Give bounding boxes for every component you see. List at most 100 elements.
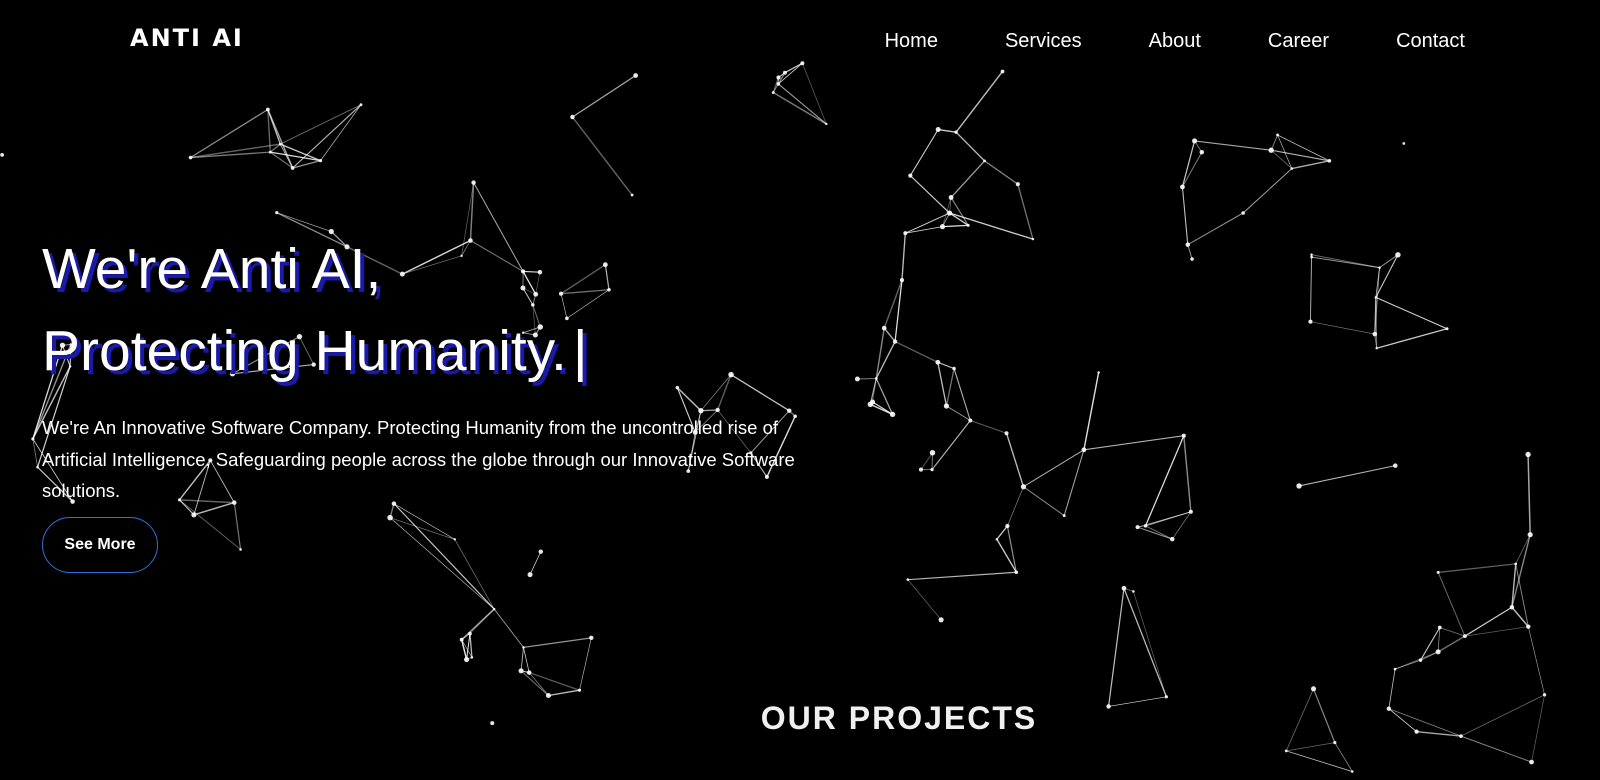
network-line <box>579 637 592 691</box>
network-node <box>1310 686 1317 692</box>
projects-heading-text: OUR PROJECTS <box>760 700 1038 736</box>
network-line <box>907 571 1017 581</box>
nav-about[interactable]: About <box>1149 30 1201 53</box>
network-line <box>894 341 939 363</box>
network-node <box>966 223 970 227</box>
network-node <box>938 617 944 623</box>
network-node <box>1372 331 1378 337</box>
network-line <box>945 368 955 407</box>
network-node <box>290 166 295 170</box>
see-more-button[interactable]: See More <box>42 517 158 573</box>
network-node <box>939 224 946 230</box>
network-line <box>777 83 827 125</box>
network-node <box>578 688 582 692</box>
network-line <box>1181 140 1196 188</box>
network-line <box>1298 465 1396 487</box>
network-node <box>1164 695 1168 699</box>
network-line <box>1023 486 1065 517</box>
network-node <box>470 656 474 659</box>
nav-home[interactable]: Home <box>885 30 938 53</box>
network-line <box>1438 563 1516 574</box>
network-node <box>903 231 908 236</box>
network-line <box>1145 511 1192 527</box>
network-line <box>393 503 455 540</box>
network-line <box>931 420 971 470</box>
network-line <box>905 212 950 234</box>
network-line <box>466 633 471 660</box>
network-node <box>318 158 323 163</box>
network-node <box>935 359 941 365</box>
network-line <box>1007 486 1024 527</box>
network-node <box>1525 451 1531 458</box>
network-node <box>995 537 999 541</box>
network-node <box>1395 252 1401 258</box>
nav-career[interactable]: Career <box>1268 30 1329 53</box>
network-line <box>1464 606 1513 637</box>
network-line <box>1144 435 1185 527</box>
network-node <box>1526 624 1531 629</box>
network-line <box>1083 372 1100 450</box>
network-line <box>984 160 1019 185</box>
network-line <box>572 75 636 118</box>
network-node <box>1436 570 1440 574</box>
network-line <box>1291 160 1330 170</box>
network-line <box>1187 212 1244 246</box>
network-line <box>1242 168 1293 214</box>
network-line <box>909 175 951 214</box>
network-line <box>1375 297 1378 349</box>
network-line <box>955 131 986 162</box>
network-node <box>1097 371 1100 374</box>
network-node <box>275 211 279 215</box>
network-node <box>1393 667 1397 671</box>
network-line <box>461 608 495 641</box>
network-node <box>191 512 197 518</box>
network-line <box>937 361 955 370</box>
network-node <box>899 278 905 283</box>
network-line <box>938 128 957 133</box>
network-node <box>188 155 193 160</box>
network-node <box>1185 242 1191 247</box>
network-line <box>571 116 633 196</box>
network-node <box>1015 182 1020 187</box>
network-node <box>1509 605 1515 610</box>
network-node <box>1192 138 1198 144</box>
network-line <box>909 129 939 176</box>
network-line <box>942 224 969 228</box>
network-node <box>464 656 470 663</box>
network-line <box>883 327 896 343</box>
network-line <box>1394 651 1439 670</box>
network-node <box>947 210 953 216</box>
network-node <box>1132 590 1135 593</box>
network-line <box>1123 588 1167 698</box>
network-node <box>526 670 532 675</box>
network-node <box>239 548 242 551</box>
network-line <box>1437 572 1466 637</box>
network-node <box>968 418 973 423</box>
network-node <box>954 130 958 134</box>
network-line <box>190 143 281 159</box>
network-line <box>460 639 468 660</box>
brand-logo[interactable]: ANTI AI <box>130 24 244 52</box>
network-node <box>1351 770 1354 773</box>
network-node <box>265 107 270 112</box>
main-nav: Home Services About Career Contact <box>818 30 1465 53</box>
nav-contact[interactable]: Contact <box>1396 30 1465 53</box>
network-line <box>1439 627 1466 637</box>
network-line <box>1137 526 1173 540</box>
network-line <box>190 151 271 159</box>
network-node <box>268 150 272 154</box>
network-node <box>1062 514 1066 518</box>
network-line <box>1083 435 1184 451</box>
network-node <box>1333 741 1337 745</box>
network-node <box>776 82 781 86</box>
hero-description: We're An Innovative Software Company. Pr… <box>42 417 795 501</box>
hero-title: We're Anti AI, Protecting Humanity. | <box>42 228 842 392</box>
nav-services[interactable]: Services <box>1005 30 1082 53</box>
network-line <box>523 637 592 648</box>
network-node <box>1393 463 1398 468</box>
network-line <box>1511 606 1529 628</box>
network-line <box>950 197 969 226</box>
network-line <box>1133 591 1167 697</box>
network-node <box>1005 523 1010 529</box>
network-line <box>937 362 948 407</box>
